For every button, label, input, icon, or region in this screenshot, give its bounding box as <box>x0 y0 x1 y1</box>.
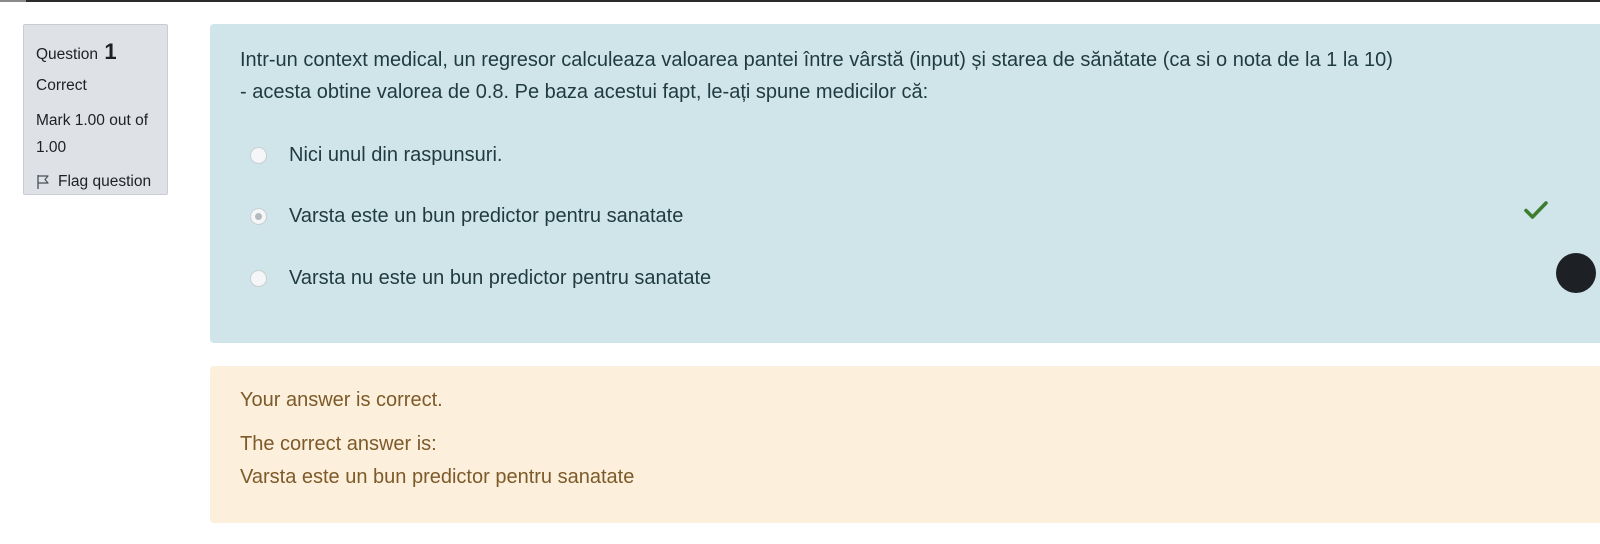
correct-answer-value: Varsta este un bun predictor pentru sana… <box>240 466 635 488</box>
correct-check-icon <box>1524 201 1548 219</box>
top-border <box>0 0 1600 2</box>
answer-option-3[interactable]: Varsta nu este un bun predictor pentru s… <box>250 267 711 290</box>
answer-option-1[interactable]: Nici unul din raspunsuri. <box>250 144 502 167</box>
answer-radio-1[interactable] <box>250 147 267 164</box>
feedback-panel: Your answer is correct. The correct answ… <box>210 366 1600 523</box>
answer-label-3: Varsta nu este un bun predictor pentru s… <box>289 267 712 289</box>
question-state: Correct <box>36 77 87 94</box>
question-number: Question 1 <box>36 39 167 65</box>
feedback-status: Your answer is correct. <box>240 389 443 411</box>
question-text-line2: - acesta obtine valorea de 0.8. Pe baza … <box>240 81 929 103</box>
top-border-accent <box>0 0 26 2</box>
question-content: Intr-un context medical, un regresor cal… <box>210 24 1600 343</box>
answer-label-2: Varsta este un bun predictor pentru sana… <box>289 205 684 227</box>
question-label: Question <box>36 46 99 63</box>
question-grade: Mark 1.00 out of 1.00 <box>36 112 149 156</box>
answer-label-1: Nici unul din raspunsuri. <box>289 144 503 166</box>
answer-radio-2[interactable] <box>250 208 267 225</box>
flag-icon <box>37 175 49 189</box>
question-number-value: 1 <box>104 39 117 64</box>
flag-question-label: Flag question <box>58 173 152 190</box>
question-info-panel: Question 1 Correct Mark 1.00 out of 1.00… <box>23 24 168 195</box>
answer-option-2[interactable]: Varsta este un bun predictor pentru sana… <box>250 205 683 228</box>
flag-question-button[interactable]: Flag question <box>36 173 167 191</box>
question-text: Intr-un context medical, un regresor cal… <box>240 44 1540 108</box>
question-text-line1: Intr-un context medical, un regresor cal… <box>240 49 1393 71</box>
correct-answer-title: The correct answer is: <box>240 433 437 455</box>
floating-scroll-button[interactable] <box>1556 253 1596 293</box>
answer-radio-3[interactable] <box>250 270 267 287</box>
